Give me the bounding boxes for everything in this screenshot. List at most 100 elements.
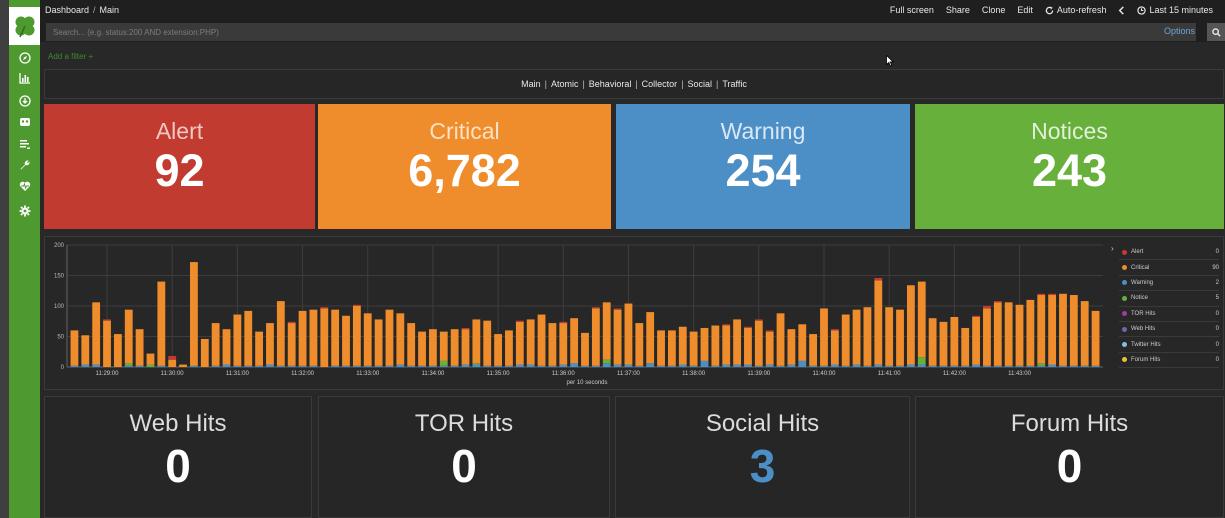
social-hits-tile: Social Hits 3	[615, 396, 910, 518]
bar-critical	[852, 309, 861, 365]
legend-count: 2	[1215, 279, 1219, 286]
time-back-button[interactable]	[1118, 5, 1125, 15]
list-icon[interactable]	[9, 136, 40, 152]
bar-alert	[972, 315, 980, 317]
bar-critical	[81, 335, 90, 365]
bar-alert	[515, 320, 524, 322]
bar-warning	[635, 365, 644, 367]
bar-warning	[135, 365, 144, 367]
bar-warning	[1004, 365, 1013, 367]
full-screen-button[interactable]: Full screen	[890, 5, 934, 15]
nav-link-collector[interactable]: Collector	[642, 79, 678, 89]
share-button[interactable]: Share	[946, 5, 970, 15]
bar-critical	[754, 320, 763, 366]
legend-item[interactable]: Alert 0	[1119, 245, 1219, 261]
bar-critical	[885, 307, 894, 366]
bar-alert	[320, 307, 329, 309]
bar-alert	[352, 304, 361, 306]
y-tick-label: 200	[54, 243, 65, 249]
legend-item[interactable]: Warning 2	[1119, 276, 1219, 292]
dashboard-nav-links: Main | Atomic | Behavioral | Collector | Social |…	[521, 79, 747, 89]
x-tick-label: 11:34:00	[421, 371, 445, 377]
social-hits-value: 3	[749, 440, 776, 492]
breadcrumb-dashboard-link[interactable]: Dashboard	[45, 5, 89, 15]
bar-critical	[146, 353, 155, 365]
add-filter-link[interactable]: Add a filter +	[48, 52, 93, 61]
bar-chart-icon[interactable]	[9, 70, 40, 86]
bar-critical	[765, 331, 774, 365]
bar-critical	[548, 323, 557, 366]
auto-refresh-button[interactable]: Auto-refresh	[1045, 5, 1106, 15]
bar-warning	[809, 365, 818, 367]
bar-warning	[983, 365, 991, 367]
nav-link-behavioral[interactable]: Behavioral	[589, 79, 632, 89]
bar-critical	[906, 285, 915, 365]
wrench-icon[interactable]	[9, 157, 40, 173]
compass-icon[interactable]	[9, 50, 40, 66]
search-icon	[1211, 27, 1221, 37]
bar-warning	[255, 365, 264, 367]
heartbeat-icon[interactable]	[9, 178, 40, 194]
bar-critical	[896, 309, 904, 366]
bar-warning	[917, 364, 926, 367]
bar-critical	[744, 327, 752, 365]
bar-critical	[92, 302, 101, 365]
options-link[interactable]: Options	[1164, 26, 1195, 36]
nav-link-traffic[interactable]: Traffic	[722, 79, 747, 89]
legend-item[interactable]: Notice 5	[1119, 291, 1219, 307]
bar-critical	[776, 313, 785, 366]
breadcrumb: Dashboard / Main	[45, 5, 119, 15]
bar-alert	[461, 327, 470, 330]
search-button[interactable]	[1207, 23, 1225, 41]
nav-link-social[interactable]: Social	[688, 79, 713, 89]
bar-warning	[624, 364, 633, 367]
legend-swatch	[1122, 311, 1127, 317]
shield-icon[interactable]	[9, 114, 40, 130]
breadcrumb-current: Main	[99, 5, 120, 15]
legend-toggle-icon[interactable]: ›	[1111, 244, 1114, 253]
bar-alert	[983, 306, 991, 309]
legend-item[interactable]: Web Hits 0	[1119, 322, 1219, 338]
events-histogram-chart[interactable]: 0 50 100 150 200 11:29:00 11:30:00 11:31:00 11:3…	[45, 237, 1113, 389]
bar-critical	[570, 318, 579, 364]
gear-icon[interactable]	[9, 203, 40, 219]
bar-warning	[722, 364, 731, 367]
bar-alert	[744, 326, 752, 328]
bar-critical	[483, 320, 492, 366]
bar-critical	[830, 330, 839, 365]
legend-label: Critical	[1131, 264, 1150, 271]
bar-warning	[667, 365, 676, 367]
legend-item[interactable]: TOR Hits 0	[1119, 307, 1219, 322]
legend-item[interactable]: Forum Hits 0	[1119, 353, 1219, 369]
bar-warning	[461, 364, 470, 367]
time-picker-button[interactable]: Last 15 minutes	[1137, 5, 1213, 15]
legend-swatch	[1122, 249, 1127, 255]
x-tick-label: 11:31:00	[226, 371, 250, 377]
bar-critical	[863, 307, 872, 366]
chevron-left-icon	[1119, 5, 1125, 15]
bar-warning	[798, 360, 807, 367]
download-icon[interactable]	[9, 93, 40, 109]
legend-label: Notice	[1131, 295, 1149, 302]
bar-warning	[309, 365, 318, 367]
bar-critical	[1048, 295, 1057, 365]
search-input[interactable]	[46, 23, 1196, 41]
x-tick-label: 11:43:00	[1008, 371, 1032, 377]
critical-metric-label: Critical	[429, 118, 500, 144]
bar-critical	[689, 331, 698, 366]
bar-warning	[483, 365, 492, 367]
clone-button[interactable]: Clone	[982, 5, 1006, 15]
bar-warning	[613, 364, 622, 367]
nav-link-main[interactable]: Main	[521, 79, 541, 89]
bar-critical	[244, 310, 253, 366]
legend-count: 0	[1215, 356, 1219, 363]
edit-button[interactable]: Edit	[1017, 5, 1033, 15]
legend-item[interactable]: Twitter Hits 0	[1119, 337, 1219, 353]
x-tick-label: 11:38:00	[682, 371, 706, 377]
legend-item[interactable]: Critical 90	[1119, 260, 1219, 276]
bar-critical	[657, 330, 665, 366]
app-logo[interactable]	[9, 7, 40, 45]
bar-warning	[689, 365, 698, 367]
nav-link-atomic[interactable]: Atomic	[551, 79, 579, 89]
alert-metric-tile: Alert 92	[44, 104, 315, 229]
